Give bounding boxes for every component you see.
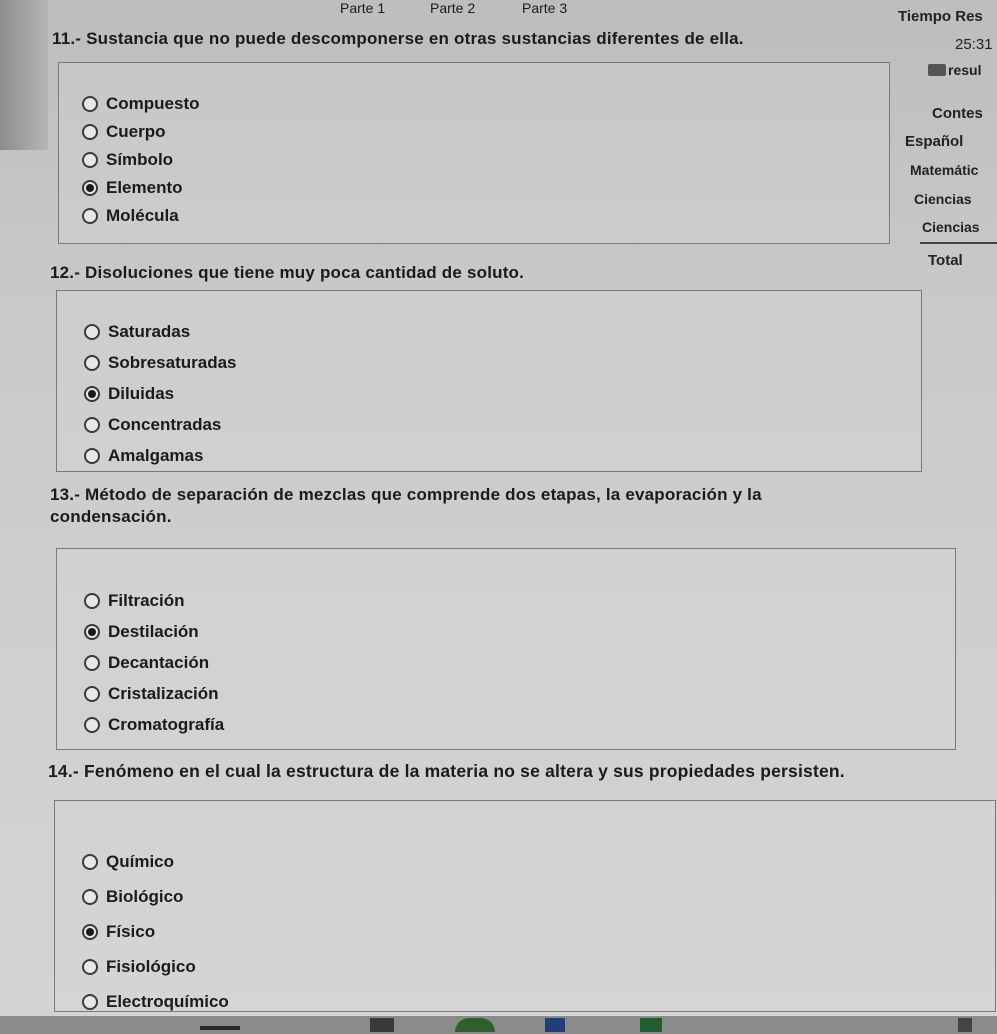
question-12-title: 12.- Disoluciones que tiene muy poca can… bbox=[50, 263, 525, 282]
option-label: Cromatografía bbox=[108, 714, 225, 734]
results-icon bbox=[928, 64, 946, 76]
taskbar bbox=[0, 1016, 997, 1034]
answered-label: Contes bbox=[932, 105, 983, 122]
option-label: Filtración bbox=[108, 590, 185, 610]
timer-label: Tiempo Res bbox=[898, 8, 983, 25]
radio-button[interactable] bbox=[82, 958, 98, 975]
option-label: Amalgamas bbox=[108, 445, 204, 465]
question-11-title: 11.- Sustancia que no puede descomponers… bbox=[52, 29, 744, 48]
radio-button[interactable] bbox=[82, 853, 98, 870]
q12-option-saturadas[interactable]: Saturadas bbox=[84, 316, 237, 347]
tab-parte-3[interactable]: Parte 3 bbox=[522, 0, 567, 16]
subject-espanol: Español bbox=[905, 133, 964, 150]
word-icon[interactable] bbox=[545, 1018, 565, 1032]
option-label: Molécula bbox=[106, 206, 179, 225]
radio-button-selected[interactable] bbox=[82, 923, 98, 940]
q14-option-biologico[interactable]: Biológico bbox=[82, 879, 229, 914]
question-13-title-line2: condensación. bbox=[50, 507, 172, 526]
q12-option-diluidas[interactable]: Diluidas bbox=[84, 378, 237, 409]
option-label: Elemento bbox=[106, 178, 183, 197]
option-label: Sobresaturadas bbox=[108, 352, 237, 372]
q12-option-amalgamas[interactable]: Amalgamas bbox=[84, 440, 237, 471]
tab-parte-1[interactable]: Parte 1 bbox=[340, 0, 385, 16]
option-label: Destilación bbox=[108, 621, 199, 641]
radio-button[interactable] bbox=[84, 323, 100, 340]
radio-button[interactable] bbox=[82, 993, 98, 1010]
option-label: Biológico bbox=[106, 886, 184, 906]
q14-option-electroquimico[interactable]: Electroquímico bbox=[82, 984, 229, 1019]
radio-button[interactable] bbox=[82, 96, 98, 112]
q11-option-molecula[interactable]: Molécula bbox=[82, 202, 200, 230]
q13-option-destilacion[interactable]: Destilación bbox=[84, 616, 224, 647]
question-14-options: Químico Biológico Físico Fisiológico Ele… bbox=[82, 844, 229, 1019]
radio-button[interactable] bbox=[84, 592, 100, 609]
radio-button[interactable] bbox=[84, 416, 100, 433]
option-label: Electroquímico bbox=[106, 991, 229, 1011]
question-13-title-line1: 13.- Método de separación de mezclas que… bbox=[50, 485, 762, 504]
option-label: Diluidas bbox=[108, 383, 175, 403]
q14-option-fisico[interactable]: Físico bbox=[82, 914, 229, 949]
option-label: Símbolo bbox=[106, 150, 174, 169]
option-label: Físico bbox=[106, 921, 156, 941]
option-label: Cristalización bbox=[108, 683, 219, 703]
taskbar-app-icon[interactable] bbox=[370, 1018, 394, 1032]
q12-option-concentradas[interactable]: Concentradas bbox=[84, 409, 237, 440]
radio-button[interactable] bbox=[82, 152, 98, 168]
q11-option-simbolo[interactable]: Símbolo bbox=[82, 146, 200, 174]
results-button[interactable]: resul bbox=[928, 62, 981, 78]
question-13-title: 13.- Método de separación de mezclas que… bbox=[50, 484, 930, 528]
radio-button[interactable] bbox=[84, 716, 100, 733]
option-label: Fisiológico bbox=[106, 956, 196, 976]
q14-option-fisiologico[interactable]: Fisiológico bbox=[82, 949, 229, 984]
left-edge-shadow bbox=[0, 0, 48, 150]
q13-option-filtracion[interactable]: Filtración bbox=[84, 585, 224, 616]
question-12-options: Saturadas Sobresaturadas Diluidas Concen… bbox=[84, 316, 237, 471]
radio-button[interactable] bbox=[84, 354, 100, 371]
subject-ciencias-1: Ciencias bbox=[914, 191, 972, 207]
total-label: Total bbox=[928, 252, 963, 269]
results-label: resul bbox=[948, 62, 982, 78]
q13-option-cromatografia[interactable]: Cromatografía bbox=[84, 709, 224, 740]
option-label: Saturadas bbox=[108, 321, 191, 341]
taskbar-app-icon[interactable] bbox=[200, 1026, 240, 1030]
radio-button[interactable] bbox=[84, 654, 100, 671]
radio-button[interactable] bbox=[84, 685, 100, 702]
q12-option-sobresaturadas[interactable]: Sobresaturadas bbox=[84, 347, 237, 378]
subject-ciencias-2: Ciencias bbox=[922, 219, 980, 235]
notification-icon[interactable] bbox=[958, 1018, 972, 1032]
option-label: Concentradas bbox=[108, 414, 222, 434]
q11-option-elemento[interactable]: Elemento bbox=[82, 174, 200, 202]
option-label: Cuerpo bbox=[106, 122, 166, 141]
q13-option-cristalizacion[interactable]: Cristalización bbox=[84, 678, 224, 709]
option-label: Decantación bbox=[108, 652, 210, 672]
radio-button-selected[interactable] bbox=[84, 623, 100, 640]
q14-option-quimico[interactable]: Químico bbox=[82, 844, 229, 879]
q13-option-decantacion[interactable]: Decantación bbox=[84, 647, 224, 678]
question-11-options: Compuesto Cuerpo Símbolo Elemento Molécu… bbox=[82, 90, 200, 230]
radio-button[interactable] bbox=[82, 124, 98, 140]
radio-button[interactable] bbox=[84, 447, 100, 464]
radio-button[interactable] bbox=[82, 208, 98, 224]
excel-icon[interactable] bbox=[640, 1018, 662, 1032]
question-14-title: 14.- Fenómeno en el cual la estructura d… bbox=[48, 761, 845, 781]
q11-option-cuerpo[interactable]: Cuerpo bbox=[82, 118, 200, 146]
browser-icon[interactable] bbox=[455, 1018, 495, 1032]
subject-matematicas: Matemátic bbox=[910, 162, 979, 178]
option-label: Compuesto bbox=[106, 94, 200, 113]
q11-option-compuesto[interactable]: Compuesto bbox=[82, 90, 200, 118]
tab-parte-2[interactable]: Parte 2 bbox=[430, 0, 475, 16]
question-13-options: Filtración Destilación Decantación Crist… bbox=[84, 585, 224, 740]
option-label: Químico bbox=[106, 851, 175, 871]
total-divider bbox=[920, 242, 997, 244]
timer-value: 25:31 bbox=[955, 36, 993, 53]
radio-button[interactable] bbox=[82, 888, 98, 905]
radio-button-selected[interactable] bbox=[82, 180, 98, 196]
radio-button-selected[interactable] bbox=[84, 385, 100, 402]
